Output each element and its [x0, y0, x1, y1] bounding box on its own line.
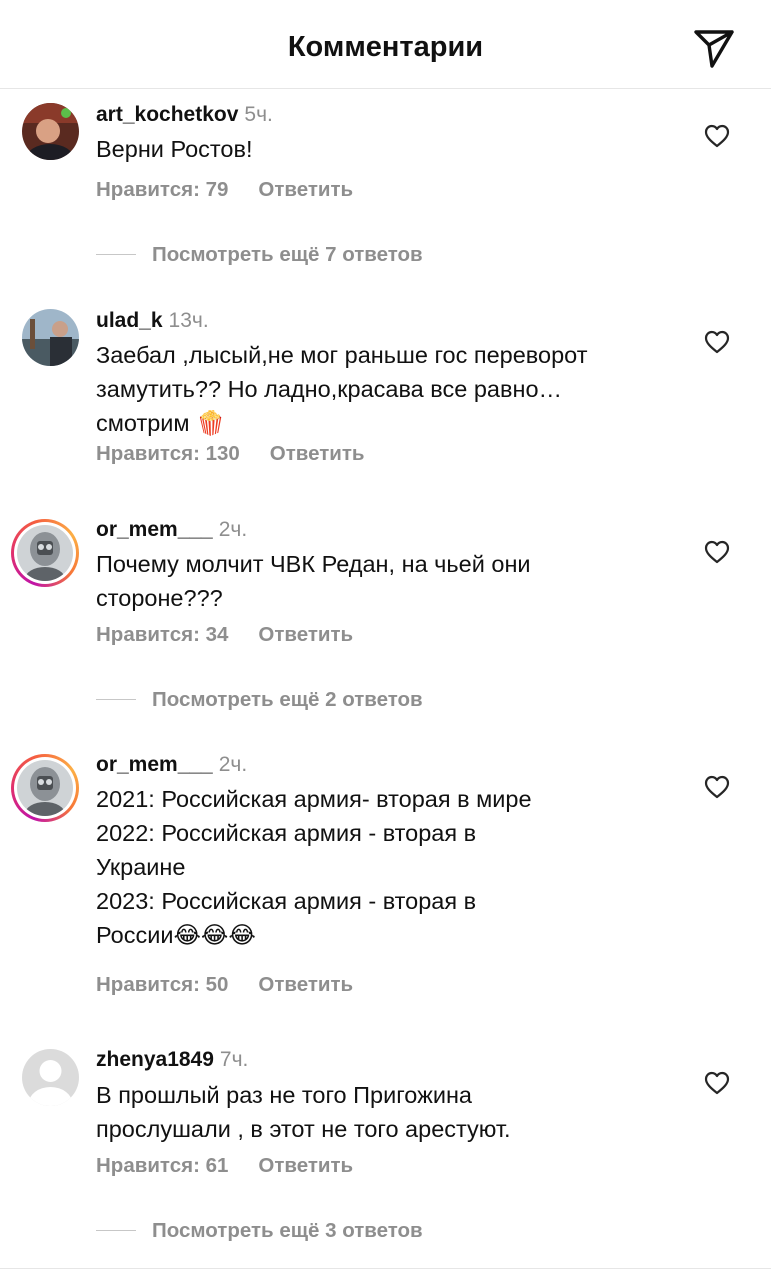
comment-line: смотрим 🍿 — [96, 410, 226, 436]
comment-meta: zhenya1849 7ч. — [96, 1047, 248, 1073]
likes-count[interactable]: Нравится: 61 — [96, 1154, 228, 1177]
comment-meta: ulad_k 13ч. — [96, 308, 209, 334]
comment-line: 2023: Российская армия - вторая в — [96, 888, 477, 914]
view-more-label: Посмотреть ещё 2 ответов — [152, 688, 423, 711]
avatar-photo — [22, 103, 79, 160]
reply-button[interactable]: Ответить — [270, 442, 365, 465]
paper-plane-icon — [694, 30, 734, 68]
comment-text: Почему молчит ЧВК Редан, на чьей они сто… — [96, 547, 656, 615]
comment-line: России😂😂😂 — [96, 922, 256, 948]
reply-button[interactable]: Ответить — [258, 973, 353, 996]
timestamp: 13ч. — [168, 309, 209, 332]
username[interactable]: or_mem___ — [96, 753, 213, 776]
bottom-divider — [0, 1268, 771, 1269]
username[interactable]: ulad_k — [96, 309, 163, 332]
comment-actions: Нравится: 61 Ответить — [96, 1154, 353, 1178]
page-title: Комментарии — [287, 31, 484, 63]
view-more-replies[interactable]: Посмотреть ещё 7 ответов — [96, 243, 423, 267]
comment-text: В прошлый раз не того Пригожина прослуша… — [96, 1078, 656, 1146]
view-more-label: Посмотреть ещё 3 ответов — [152, 1219, 423, 1242]
comment-line: замутить?? Но ладно,красава все равно… — [96, 376, 563, 402]
timestamp: 7ч. — [219, 1048, 249, 1071]
reply-button[interactable]: Ответить — [258, 623, 353, 646]
avatar-photo — [22, 309, 79, 366]
heart-icon[interactable] — [704, 775, 730, 799]
divider-dash — [96, 254, 136, 256]
comment-line: 2022: Российская армия - вторая в — [96, 820, 477, 846]
username[interactable]: art_kochetkov — [96, 103, 238, 126]
comment-text: Заебал ,лысый,не мог раньше гос переворо… — [96, 338, 656, 440]
comment-line: прослушали , в этот не того арестуют. — [96, 1116, 511, 1142]
comment-meta: art_kochetkov 5ч. — [96, 102, 273, 128]
reply-button[interactable]: Ответить — [258, 1154, 353, 1177]
avatar[interactable] — [22, 1049, 79, 1106]
comment-line: Верни Ростов! — [96, 136, 253, 162]
avatar[interactable] — [22, 309, 79, 366]
comment-meta: or_mem___ 2ч. — [96, 517, 247, 543]
username[interactable]: zhenya1849 — [96, 1048, 214, 1071]
timestamp: 5ч. — [244, 103, 273, 126]
share-button[interactable] — [692, 26, 736, 70]
avatar-story-ring[interactable] — [11, 754, 79, 822]
comment-text: 2021: Российская армия- вторая в мире 20… — [96, 782, 656, 952]
timestamp: 2ч. — [218, 518, 248, 541]
likes-count[interactable]: Нравится: 79 — [96, 178, 228, 201]
comment-meta: or_mem___ 2ч. — [96, 752, 247, 778]
username[interactable]: or_mem___ — [96, 518, 213, 541]
comment-text: Верни Ростов! — [96, 132, 656, 166]
default-avatar-icon — [22, 1049, 79, 1106]
heart-icon[interactable] — [704, 124, 730, 148]
reply-button[interactable]: Ответить — [258, 178, 353, 201]
header: Комментарии — [0, 0, 771, 89]
comment-actions: Нравится: 79 Ответить — [96, 178, 353, 202]
comment-actions: Нравится: 130 Ответить — [96, 442, 365, 466]
comment-line: В прошлый раз не того Пригожина — [96, 1082, 472, 1108]
avatar-photo — [17, 525, 73, 581]
avatar-story-ring[interactable] — [11, 519, 79, 587]
likes-count[interactable]: Нравится: 50 — [96, 973, 228, 996]
likes-count[interactable]: Нравится: 34 — [96, 623, 228, 646]
heart-icon[interactable] — [704, 540, 730, 564]
comment-actions: Нравится: 34 Ответить — [96, 623, 353, 647]
timestamp: 2ч. — [218, 753, 248, 776]
comment-line: Заебал ,лысый,не мог раньше гос переворо… — [96, 342, 588, 368]
divider-dash — [96, 699, 136, 701]
likes-count[interactable]: Нравится: 130 — [96, 442, 240, 465]
comment-line: 2021: Российская армия- вторая в мире — [96, 786, 532, 812]
avatar[interactable] — [22, 103, 79, 160]
avatar-photo — [17, 760, 73, 816]
comment-actions: Нравится: 50 Ответить — [96, 973, 353, 997]
heart-icon[interactable] — [704, 1071, 730, 1095]
comment-line: стороне??? — [96, 585, 223, 611]
view-more-label: Посмотреть ещё 7 ответов — [152, 243, 423, 266]
comment-line: Почему молчит ЧВК Редан, на чьей они — [96, 551, 531, 577]
view-more-replies[interactable]: Посмотреть ещё 2 ответов — [96, 688, 423, 712]
heart-icon[interactable] — [704, 330, 730, 354]
comment-line: Украине — [96, 854, 186, 880]
view-more-replies[interactable]: Посмотреть ещё 3 ответов — [96, 1219, 423, 1243]
divider-dash — [96, 1230, 136, 1232]
